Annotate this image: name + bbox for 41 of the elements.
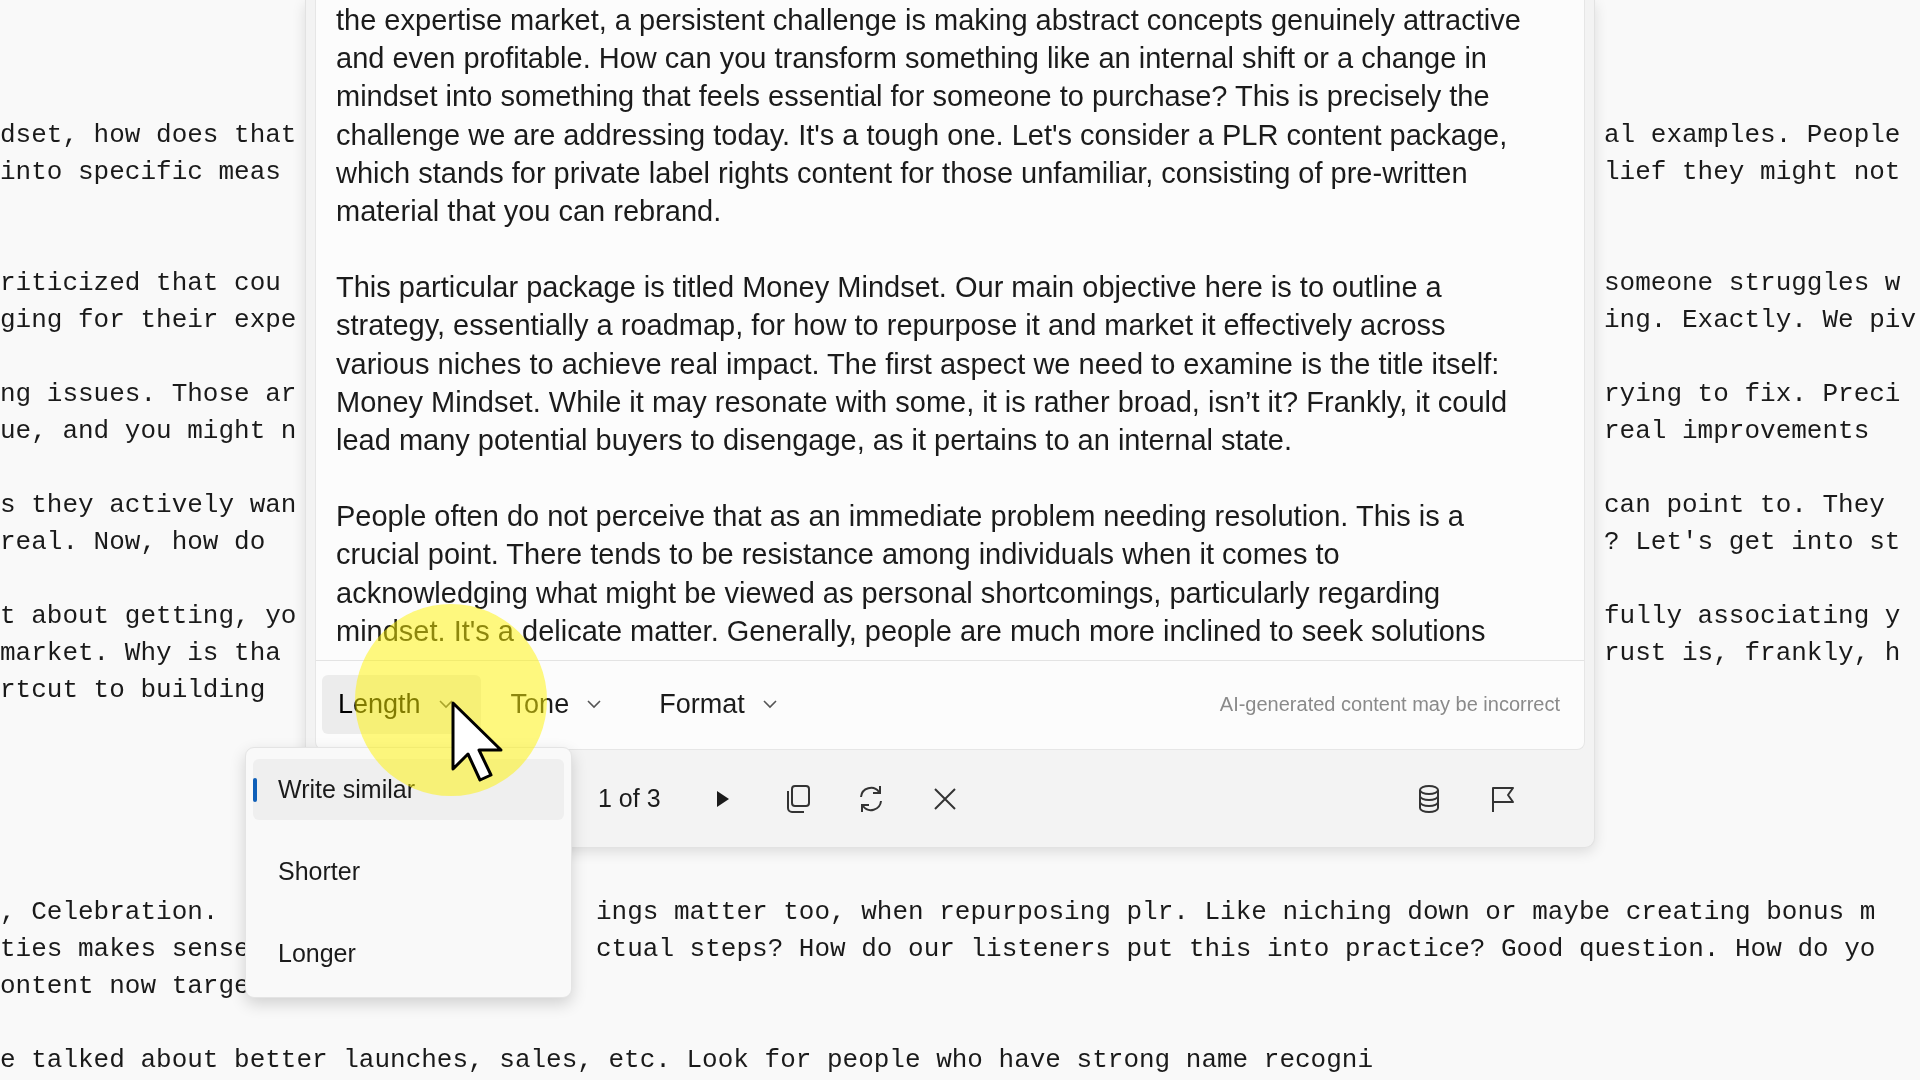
text-line: rying to fix. Preci	[1604, 378, 1901, 411]
text-line: ctual steps? How do our listeners put this into practice? Good question. How do yo	[596, 933, 1876, 966]
text-line: dset, how does that	[0, 119, 297, 152]
menu-item[interactable]: Longer	[253, 923, 564, 984]
text-line: s they actively wan	[0, 489, 297, 522]
text-line: fully associating y	[1604, 600, 1901, 633]
database-icon	[1417, 783, 1441, 814]
chevron-down-icon	[762, 699, 777, 709]
chevron-down-icon	[587, 699, 602, 709]
text-line: rtcut to building	[0, 674, 266, 707]
flag-icon	[1490, 784, 1516, 813]
text-line: , Celebration.	[0, 896, 219, 929]
text-line: can point to. They	[1604, 489, 1885, 522]
text-line: lief they might not	[1604, 156, 1901, 189]
text-line: ng issues. Those ar	[0, 378, 297, 411]
text-line: ontent now targe	[0, 970, 250, 1003]
text-line: rust is, frankly, h	[1604, 637, 1901, 670]
text-line: someone struggles w	[1604, 267, 1901, 300]
disclaimer: AI-generated content may be incorrect	[1219, 692, 1560, 716]
text-line: ing. Exactly. We piv	[1604, 304, 1917, 337]
text-line: riticized that cou	[0, 267, 281, 300]
menu-item[interactable]: Shorter	[253, 841, 564, 902]
text-line: ue, and you might n	[0, 415, 297, 448]
text-line: real improvements	[1604, 415, 1870, 448]
play-icon	[715, 789, 730, 808]
text-line: ? Let's get into st	[1604, 526, 1901, 559]
text-line: t about getting, yo	[0, 600, 297, 633]
menu-item[interactable]: Write similar	[253, 759, 564, 820]
text-line: ging for their expe	[0, 304, 297, 337]
text-line: market. Why is tha	[0, 637, 281, 670]
text-line: real. Now, how do	[0, 526, 266, 559]
paragraph: This particular package is titled Money Mindset. Our main objective here is to outline a strategy, essentially a roadmap, for how to repurpose it and market it effectively across various niches to achieve real impact. The first aspect we need to examine is the title itself: Money Mindset. While it may resonate with some, it is rather broad, isn’t it? Frankly, it could lead many potential buyers to disengage, as it pertains to an internal state.	[336, 270, 1509, 459]
close-icon	[932, 786, 957, 811]
chevron-down-icon	[438, 699, 453, 709]
result-counter: 1 of 3	[598, 784, 661, 813]
text-line: e talked about better launches, sales, etc. Look for people who have strong name recogni	[0, 1044, 1374, 1077]
option-dropdown[interactable]: Format	[643, 674, 805, 734]
text-line: ings matter too, when repurposing plr. Like niching down or maybe creating bonus m	[596, 896, 1876, 929]
text-line: into specific meas	[0, 156, 281, 189]
text-line: al examples. People	[1604, 119, 1901, 152]
paragraph: the expertise market, a persistent challenge is making abstract concepts genuinely attractive and even profitable. How can you transform something like an internal shift or a change in mindset into something that feels essential for someone to purchase? This is precisely the challenge we are addressing today. It's a tough one. Let's consider a PLR content package, which stands for private label rights content for those unfamiliar, consisting of pre-written material that you can rebrand.	[336, 3, 1522, 229]
